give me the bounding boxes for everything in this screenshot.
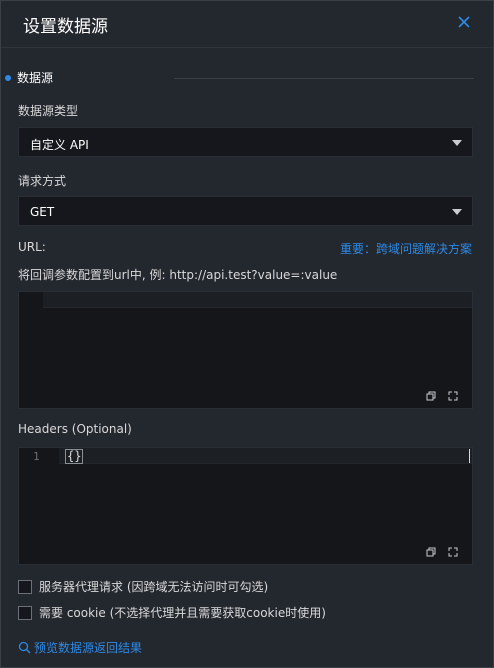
method-label: 请求方式 [18,174,67,188]
copy-icon[interactable] [426,390,436,401]
close-icon[interactable] [457,15,471,29]
cors-help-link[interactable]: 重要：跨域问题解决方案 [340,240,472,257]
cookie-checkbox-row[interactable]: 需要 cookie (不选择代理并且需要获取cookie时使用) [18,604,326,621]
proxy-checkbox-label: 服务器代理请求 (因跨域无法访问时可勾选) [39,580,269,594]
headers-label: Headers (Optional) [18,422,132,436]
proxy-checkbox-row[interactable]: 服务器代理请求 (因跨域无法访问时可勾选) [18,578,268,595]
datasource-panel: 设置数据源 数据源 数据源类型 自定义 API 请求方式 GET URL: 重要… [0,0,494,668]
active-line [59,448,472,464]
datasource-type-label: 数据源类型 [18,104,79,118]
section-label: 数据源 [17,71,54,85]
panel-header: 设置数据源 [1,1,493,48]
line-number: 1 [33,450,40,463]
editor-tools [426,390,458,401]
caret-down-icon [452,140,462,146]
url-label: URL: [18,240,46,254]
url-editor[interactable] [18,291,473,409]
method-value: GET [30,205,55,219]
preview-result-label: 预览数据源返回结果 [34,641,143,655]
url-hint: 将回调参数配置到url中, 例: http://api.test?value=:… [18,268,338,282]
panel-title: 设置数据源 [23,17,108,37]
section-dot [5,74,11,81]
datasource-type-select[interactable]: 自定义 API [18,127,473,157]
text-cursor [469,449,470,463]
fullscreen-icon[interactable] [448,390,458,401]
section-divider [174,78,474,79]
active-line [43,292,472,308]
method-select[interactable]: GET [18,196,473,226]
cookie-checkbox[interactable] [18,605,32,620]
headers-code: {} [65,449,84,464]
caret-down-icon [452,209,462,215]
preview-result-link[interactable]: 预览数据源返回结果 [18,639,142,656]
headers-editor[interactable]: 1 {} [18,447,473,565]
cookie-checkbox-label: 需要 cookie (不选择代理并且需要获取cookie时使用) [39,606,326,620]
editor-tools [426,546,458,557]
editor-gutter [19,292,43,408]
section-header: 数据源 [5,69,53,86]
datasource-type-value: 自定义 API [30,138,89,152]
search-icon [18,641,31,654]
fullscreen-icon[interactable] [448,546,458,557]
copy-icon[interactable] [426,546,436,557]
proxy-checkbox[interactable] [18,579,32,594]
